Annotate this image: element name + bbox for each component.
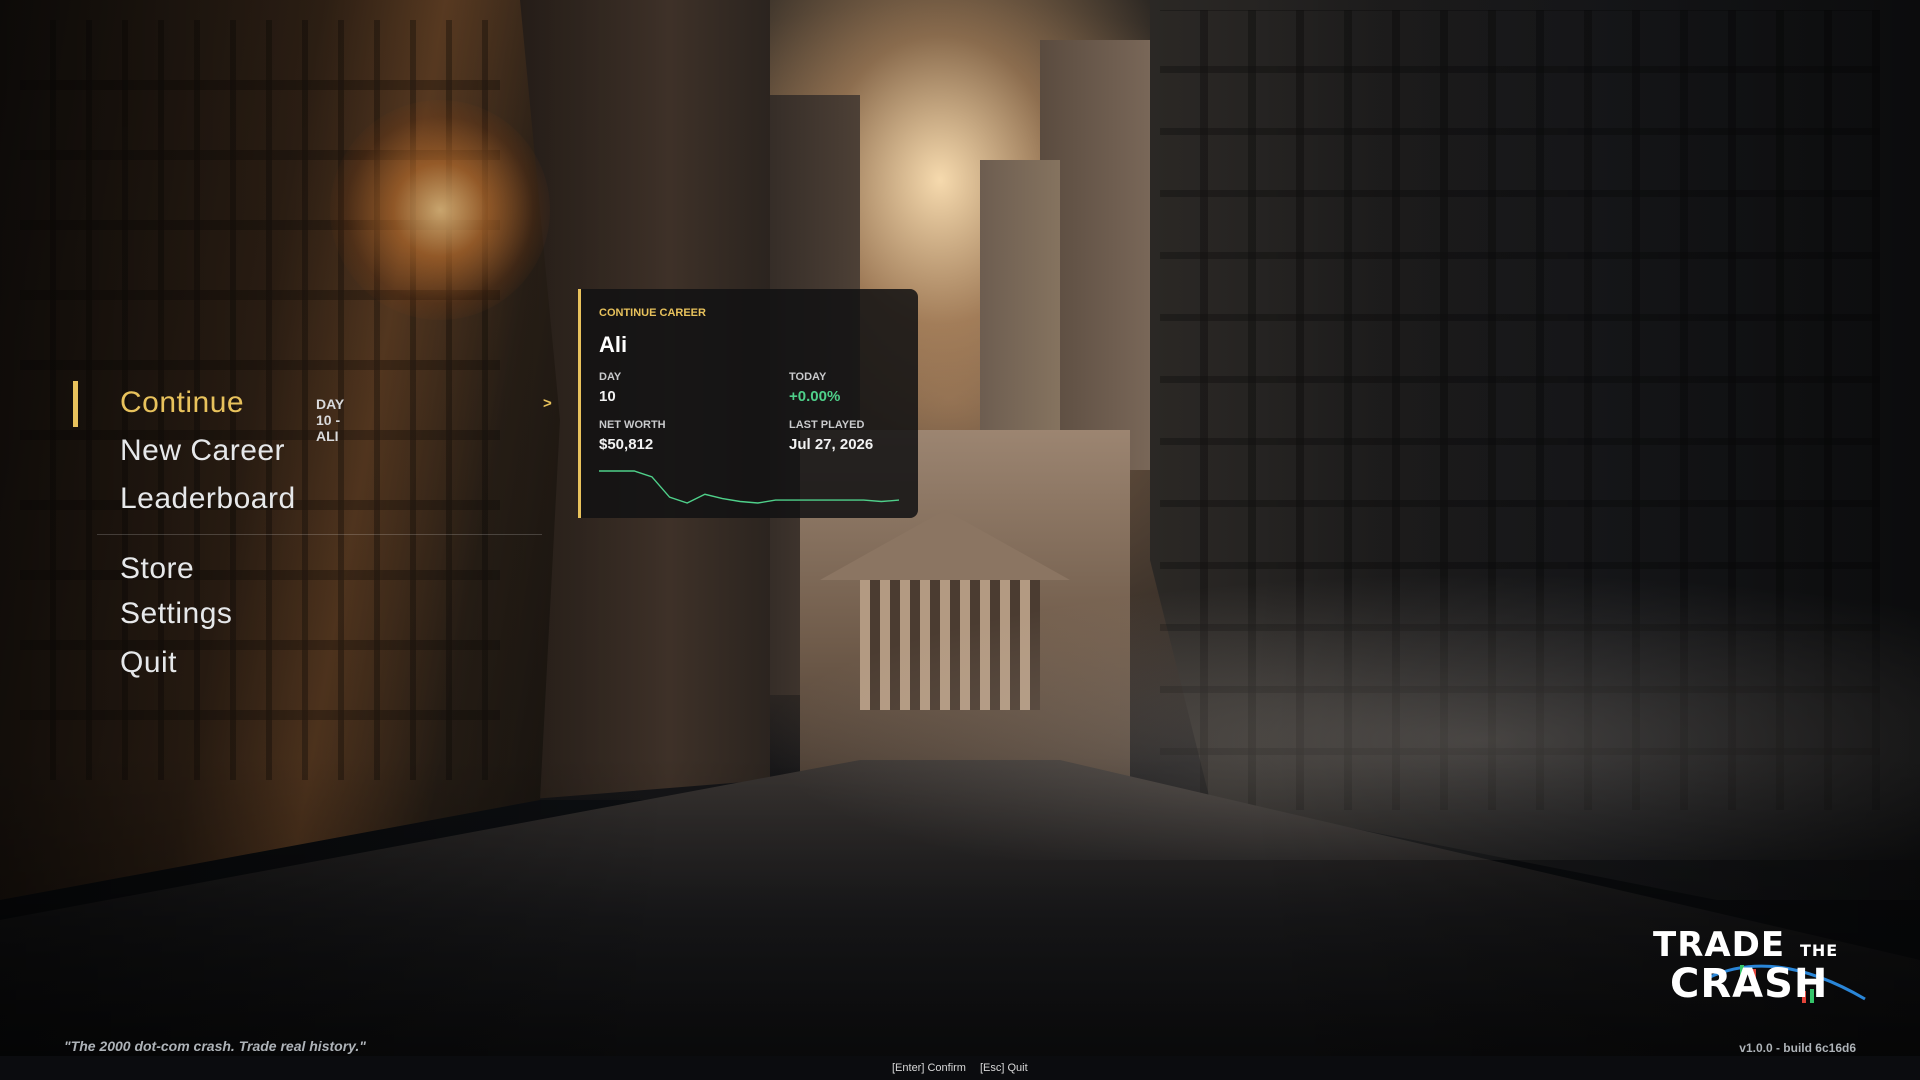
chevron-right-icon: > [543,395,552,412]
active-indicator [73,381,78,427]
continue-hint: DAY 10 - ALI [316,396,345,444]
background-scene [0,0,1920,1080]
menu-item-leaderboard[interactable]: Leaderboard [120,482,296,516]
net-worth-value: $50,812 [599,436,654,453]
trade-the-crash-logo: TRADE THE CRASH [1650,925,1870,1007]
menu-divider [97,534,542,535]
logo-line-crash: CRASH [1670,961,1829,1007]
vignette [0,0,1920,1080]
tagline-quote: "The 2000 dot-com crash. Trade real hist… [64,1038,366,1054]
net-worth-label: NET WORTH [599,419,666,431]
menu-item-settings[interactable]: Settings [120,597,232,631]
logo-line-trade: TRADE [1653,925,1786,965]
menu-item-quit[interactable]: Quit [120,646,177,680]
day-label: DAY [599,371,622,383]
day-value: 10 [599,388,616,405]
menu-item-store[interactable]: Store [120,552,194,586]
version-label: v1.0.0 - build 6c16d6 [1739,1041,1856,1055]
menu-item-continue[interactable]: Continue [120,386,244,420]
sparkline-series [599,470,899,504]
today-label: TODAY [789,371,827,383]
logo-line-the: THE [1800,941,1839,960]
hint-quit: [Esc] Quit [980,1062,1028,1074]
card-tag: CONTINUE CAREER [599,307,706,319]
career-name: Ali [599,332,628,357]
menu-item-new-career[interactable]: New Career [120,434,285,468]
last-played-value: Jul 27, 2026 [789,436,874,453]
last-played-label: LAST PLAYED [789,419,865,431]
continue-career-card: CONTINUE CAREER Ali DAY 10 TODAY +0.00% … [578,289,918,518]
hint-confirm: [Enter] Confirm [892,1062,966,1074]
today-value: +0.00% [789,388,841,405]
net-worth-sparkline [599,470,899,504]
